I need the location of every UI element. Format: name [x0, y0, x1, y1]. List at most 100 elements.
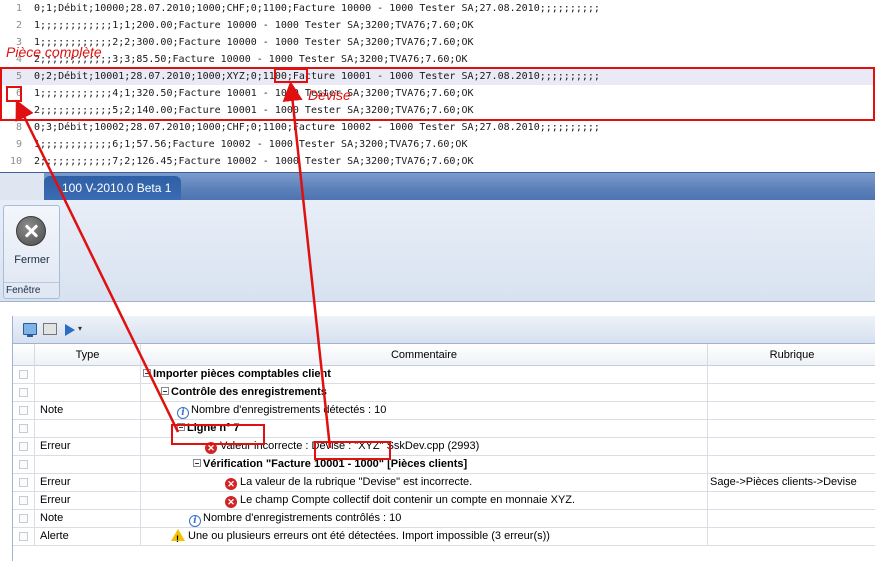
comment-cell: Vérification "Facture 10001 - 1000" [Piè… — [141, 456, 708, 474]
line-text: 1;;;;;;;;;;;;6;1;57.56;Facture 10002 - 1… — [34, 139, 468, 150]
row-checkbox[interactable] — [19, 514, 28, 523]
annotation-label-devise: Devise — [308, 87, 351, 103]
comment-suffix: SskDev.cpp (2993) — [383, 440, 480, 452]
comment-cell: ! Une ou plusieurs erreurs ont été détect… — [141, 528, 708, 546]
comment-cell: i Nombre d'enregistrements détectés : 10 — [141, 402, 708, 420]
comment-text: Le champ Compte collectif doit contenir … — [240, 494, 576, 506]
table-row[interactable]: Ligne n° 7 — [13, 420, 875, 438]
line-text: 2;;;;;;;;;;;;7;2;126.45;Facture 10002 - … — [34, 156, 474, 167]
row-checkbox-cell[interactable] — [13, 402, 35, 420]
row-checkbox-cell[interactable] — [13, 384, 35, 402]
line-text: 1;;;;;;;;;;;;1;1;200.00;Facture 10000 - … — [34, 20, 474, 31]
row-checkbox-cell[interactable] — [13, 510, 35, 528]
row-checkbox[interactable] — [19, 496, 28, 505]
comment-text: Nombre d'enregistrements détectés : 10 — [191, 404, 387, 416]
code-line[interactable]: 2 1;;;;;;;;;;;;1;1;200.00;Facture 10000 -… — [0, 17, 875, 34]
row-checkbox-cell[interactable] — [13, 366, 35, 384]
code-line[interactable]: 10 2;;;;;;;;;;;;7;2;126.45;Facture 10002 … — [0, 153, 875, 170]
table-row[interactable]: Importer pièces comptables client — [13, 366, 875, 384]
annotation-box-xyz — [314, 441, 391, 460]
monitor-icon[interactable] — [23, 323, 37, 337]
table-row[interactable]: Note i Nombre d'enregistrements contrôlés… — [13, 510, 875, 528]
warning-icon: ! — [171, 529, 185, 544]
header-checkbox[interactable] — [13, 344, 35, 366]
type-cell: Alerte — [35, 528, 141, 546]
column-header-comment[interactable]: Commentaire — [141, 344, 708, 366]
table-row[interactable]: Note i Nombre d'enregistrements détectés … — [13, 402, 875, 420]
field-cell — [708, 366, 875, 384]
code-line[interactable]: 9 1;;;;;;;;;;;;6;1;57.56;Facture 10002 - … — [0, 136, 875, 153]
print-icon[interactable] — [43, 323, 57, 335]
row-checkbox-cell[interactable] — [13, 528, 35, 546]
annotation-box-line-number — [6, 86, 22, 102]
row-checkbox-cell[interactable] — [13, 492, 35, 510]
table-row[interactable]: Erreur ✕ Le champ Compte collectif doit c… — [13, 492, 875, 510]
close-button[interactable]: Fermer — [6, 208, 58, 276]
expand-icon[interactable] — [193, 459, 201, 467]
field-cell — [708, 492, 875, 510]
error-icon: ✕ — [225, 478, 237, 490]
content-spacer — [0, 302, 875, 316]
expand-icon[interactable] — [161, 387, 169, 395]
chevron-down-icon[interactable]: ▾ — [78, 324, 86, 334]
app-menu-button[interactable] — [0, 173, 44, 201]
type-cell — [35, 366, 141, 384]
expand-icon[interactable] — [143, 369, 151, 377]
row-checkbox[interactable] — [19, 532, 28, 541]
field-cell: Sage->Pièces clients->Devise — [710, 476, 857, 488]
comment-text: Nombre d'enregistrements contrôlés : 10 — [203, 512, 402, 524]
table-row[interactable]: Alerte ! Une ou plusieurs erreurs ont été… — [13, 528, 875, 546]
play-icon[interactable] — [65, 324, 75, 336]
annotation-label-piece: Pièce complète — [6, 44, 102, 60]
type-cell: Erreur — [35, 438, 141, 456]
table-row[interactable]: Contrôle des enregistrements — [13, 384, 875, 402]
info-icon: i — [189, 515, 201, 527]
code-line[interactable]: 1 0;1;Débit;10000;28.07.2010;1000;CHF;0;1… — [0, 0, 875, 17]
row-checkbox-cell[interactable] — [13, 456, 35, 474]
field-cell — [708, 420, 875, 438]
code-line[interactable]: 4 2;;;;;;;;;;;;3;3;85.50;Facture 10000 - … — [0, 51, 875, 68]
row-checkbox-cell[interactable] — [13, 474, 35, 492]
code-line[interactable]: 3 1;;;;;;;;;;;;2;2;300.00;Facture 10000 -… — [0, 34, 875, 51]
field-cell — [708, 456, 875, 474]
column-header-field[interactable]: Rubrique — [708, 344, 875, 366]
annotation-box-ligne — [171, 424, 265, 445]
window-title: 100 V-2010.0 Beta 1 — [44, 176, 182, 201]
type-cell: Note — [35, 510, 141, 528]
annotation-box-devise — [274, 68, 308, 83]
type-cell: Erreur — [35, 474, 141, 492]
ribbon: Fermer Fenêtre — [0, 200, 875, 302]
line-number: 1 — [15, 3, 22, 14]
row-checkbox[interactable] — [19, 478, 28, 487]
row-checkbox[interactable] — [19, 442, 28, 451]
table-row[interactable]: Erreur ✕ La valeur de la rubrique "Devise… — [13, 474, 875, 492]
line-number: 10 — [9, 156, 22, 167]
code-line[interactable]: 8 0;3;Débit;10002;28.07.2010;1000;CHF;0;1… — [0, 119, 875, 136]
row-checkbox[interactable] — [19, 388, 28, 397]
field-cell — [708, 528, 875, 546]
window-title-bar: 100 V-2010.0 Beta 1 — [0, 172, 875, 201]
row-checkbox[interactable] — [19, 370, 28, 379]
ribbon-group-window: Fermer Fenêtre — [3, 205, 60, 299]
ribbon-group-label: Fenêtre — [4, 282, 59, 298]
row-checkbox-cell[interactable] — [13, 420, 35, 438]
line-number: 9 — [15, 139, 22, 150]
column-header-type[interactable]: Type — [35, 344, 141, 366]
type-cell — [35, 456, 141, 474]
close-button-label: Fermer — [14, 254, 50, 266]
line-number: 8 — [15, 122, 22, 133]
grid-toolbar: ▾ — [13, 316, 875, 344]
row-checkbox[interactable] — [19, 460, 28, 469]
type-cell — [35, 384, 141, 402]
type-cell: Note — [35, 402, 141, 420]
results-grid: ▾ Type Commentaire Rubrique Importer piè… — [12, 316, 875, 561]
row-checkbox[interactable] — [19, 406, 28, 415]
field-cell — [708, 510, 875, 528]
info-icon: i — [177, 407, 189, 419]
table-row[interactable]: Erreur ✕ Valeur incorrecte : Devise : "XY… — [13, 438, 875, 456]
table-row[interactable]: Vérification "Facture 10001 - 1000" [Piè… — [13, 456, 875, 474]
close-icon — [16, 216, 46, 246]
comment-cell: Importer pièces comptables client — [141, 366, 708, 384]
row-checkbox[interactable] — [19, 424, 28, 433]
row-checkbox-cell[interactable] — [13, 438, 35, 456]
